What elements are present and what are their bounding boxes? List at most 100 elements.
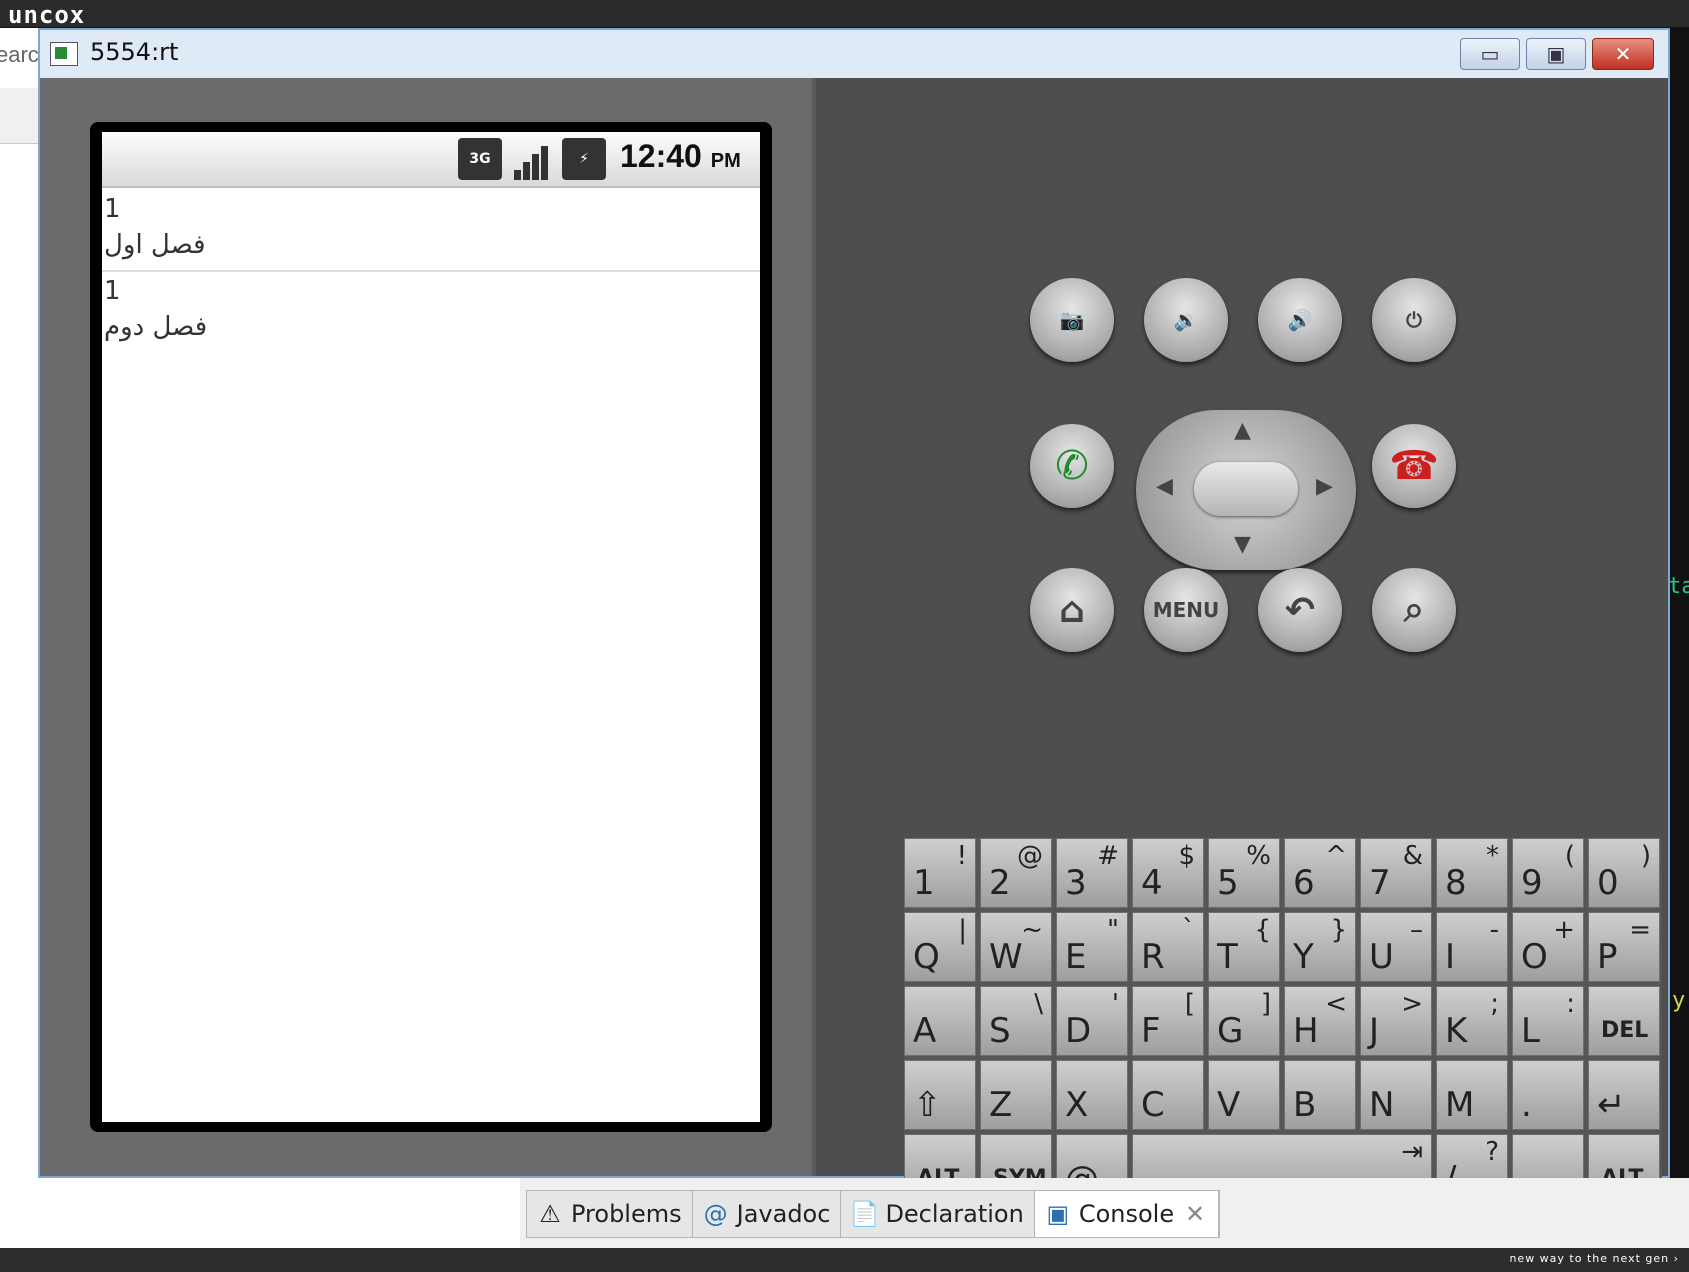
key-label: K: [1445, 1011, 1468, 1051]
close-tab-icon[interactable]: ✕: [1182, 1200, 1208, 1228]
minimize-button[interactable]: ▭: [1460, 38, 1520, 70]
dpad-up-icon[interactable]: ▲: [1234, 418, 1251, 443]
dpad-left-icon[interactable]: ◀: [1156, 474, 1173, 499]
back-button[interactable]: ↶: [1258, 568, 1342, 652]
battery-charging-icon: ⚡: [562, 138, 606, 180]
power-button[interactable]: ⏻: [1372, 278, 1456, 362]
key[interactable]: 3 #: [1056, 838, 1128, 908]
key[interactable]: L:: [1512, 986, 1584, 1056]
key[interactable]: F[: [1132, 986, 1204, 1056]
tab-problems[interactable]: ⚠ Problems: [527, 1191, 693, 1237]
close-button[interactable]: ✕: [1592, 38, 1654, 70]
key[interactable]: D ': [1056, 986, 1128, 1056]
dpad[interactable]: ▲ ▼ ◀ ▶: [1136, 410, 1356, 570]
key[interactable]: 1!: [904, 838, 976, 908]
volume-down-button[interactable]: 🔉: [1144, 278, 1228, 362]
dpad-down-icon[interactable]: ▼: [1234, 532, 1251, 557]
key-label: DEL: [1601, 1018, 1649, 1043]
console-icon: ▣: [1046, 1200, 1070, 1228]
key-label: 7: [1369, 863, 1391, 903]
key[interactable]: A: [904, 986, 976, 1056]
key-symbol: ^: [1325, 841, 1347, 871]
volume-up-button[interactable]: 🔊: [1258, 278, 1342, 362]
view-tabs: ⚠ Problems @ Javadoc 📄 Declaration ▣ Con…: [526, 1190, 1221, 1238]
tab-console[interactable]: ▣ Console ✕: [1034, 1191, 1220, 1237]
dpad-center-button[interactable]: [1194, 462, 1298, 516]
key[interactable]: 5%: [1208, 838, 1280, 908]
key-symbol: `: [1182, 915, 1195, 945]
key[interactable]: C: [1132, 1060, 1204, 1130]
status-bar: 3G ⚡ 12:40 PM: [102, 132, 760, 188]
key[interactable]: B: [1284, 1060, 1356, 1130]
key[interactable]: V: [1208, 1060, 1280, 1130]
menu-button[interactable]: MENU: [1144, 568, 1228, 652]
window-titlebar[interactable]: 5554:rt ▭ ▣ ✕: [40, 30, 1668, 78]
key-label: 6: [1293, 863, 1315, 903]
key-label: X: [1065, 1085, 1089, 1125]
key[interactable]: 2 @: [980, 838, 1052, 908]
key-label: 0: [1597, 863, 1619, 903]
list-item[interactable]: 1 فصل دوم: [102, 272, 760, 354]
key[interactable]: P =: [1588, 912, 1660, 982]
key[interactable]: 4 $: [1132, 838, 1204, 908]
phone-screen[interactable]: 3G ⚡ 12:40 PM 1 فصل اول 1 فصل دوم: [102, 132, 760, 1122]
key[interactable]: W ~: [980, 912, 1052, 982]
list-item-number: 1: [104, 276, 121, 306]
key-symbol: ]: [1260, 989, 1271, 1019]
key[interactable]: X: [1056, 1060, 1128, 1130]
hardware-keyboard: 1! 2 @3 #4 $5% 6 ^ 7 & 8 * 9(0) Q | W ~ E " R ` T{Y} U – I - O + P =…: [904, 838, 1662, 1210]
key[interactable]: U –: [1360, 912, 1432, 982]
end-call-button[interactable]: ☎: [1372, 424, 1456, 508]
key-symbol: ?: [1485, 1137, 1499, 1167]
network-3g-icon: 3G: [458, 138, 502, 180]
call-button[interactable]: ✆: [1030, 424, 1114, 508]
key[interactable]: 0): [1588, 838, 1660, 908]
key-symbol: \: [1034, 989, 1043, 1019]
tab-declaration[interactable]: 📄 Declaration: [841, 1191, 1035, 1237]
ide-toolbar-strip: [0, 88, 40, 144]
key[interactable]: Q |: [904, 912, 976, 982]
key[interactable]: DEL: [1588, 986, 1660, 1056]
bottom-brand-bar: new way to the next gen ›: [0, 1248, 1689, 1272]
key[interactable]: .: [1512, 1060, 1584, 1130]
key[interactable]: G]: [1208, 986, 1280, 1056]
home-button[interactable]: ⌂: [1030, 568, 1114, 652]
key[interactable]: Z: [980, 1060, 1052, 1130]
phone-call-icon: ✆: [1055, 443, 1089, 489]
key[interactable]: M: [1436, 1060, 1508, 1130]
key[interactable]: N: [1360, 1060, 1432, 1130]
key[interactable]: S \: [980, 986, 1052, 1056]
key[interactable]: E ": [1056, 912, 1128, 982]
maximize-button[interactable]: ▣: [1526, 38, 1586, 70]
key-label: Z: [989, 1085, 1013, 1125]
key-label: ↵: [1597, 1085, 1626, 1125]
key[interactable]: ↵: [1588, 1060, 1660, 1130]
key[interactable]: 7 &: [1360, 838, 1432, 908]
search-button[interactable]: ⌕: [1372, 568, 1456, 652]
key[interactable]: O +: [1512, 912, 1584, 982]
key-symbol: <: [1325, 989, 1347, 1019]
maximize-icon: ▣: [1546, 42, 1566, 66]
camera-button[interactable]: 📷: [1030, 278, 1114, 362]
key[interactable]: I-: [1436, 912, 1508, 982]
list-item[interactable]: 1 فصل اول: [102, 190, 760, 272]
tab-javadoc[interactable]: @ Javadoc: [693, 1191, 842, 1237]
dpad-right-icon[interactable]: ▶: [1316, 474, 1333, 499]
menu-label: MENU: [1152, 598, 1220, 622]
key[interactable]: K;: [1436, 986, 1508, 1056]
key[interactable]: 6 ^: [1284, 838, 1356, 908]
key-label: 4: [1141, 863, 1163, 903]
key-label: N: [1369, 1085, 1395, 1125]
key-label: L: [1521, 1011, 1540, 1051]
key[interactable]: Y}: [1284, 912, 1356, 982]
key[interactable]: ⇧: [904, 1060, 976, 1130]
key-symbol: ': [1111, 989, 1119, 1019]
key[interactable]: 8 *: [1436, 838, 1508, 908]
key[interactable]: T{: [1208, 912, 1280, 982]
key[interactable]: J >: [1360, 986, 1432, 1056]
phone-bezel: 3G ⚡ 12:40 PM 1 فصل اول 1 فصل دوم: [90, 122, 772, 1132]
key[interactable]: H <: [1284, 986, 1356, 1056]
key[interactable]: 9(: [1512, 838, 1584, 908]
search-field-fragment[interactable]: earc: [0, 42, 39, 68]
key[interactable]: R `: [1132, 912, 1204, 982]
